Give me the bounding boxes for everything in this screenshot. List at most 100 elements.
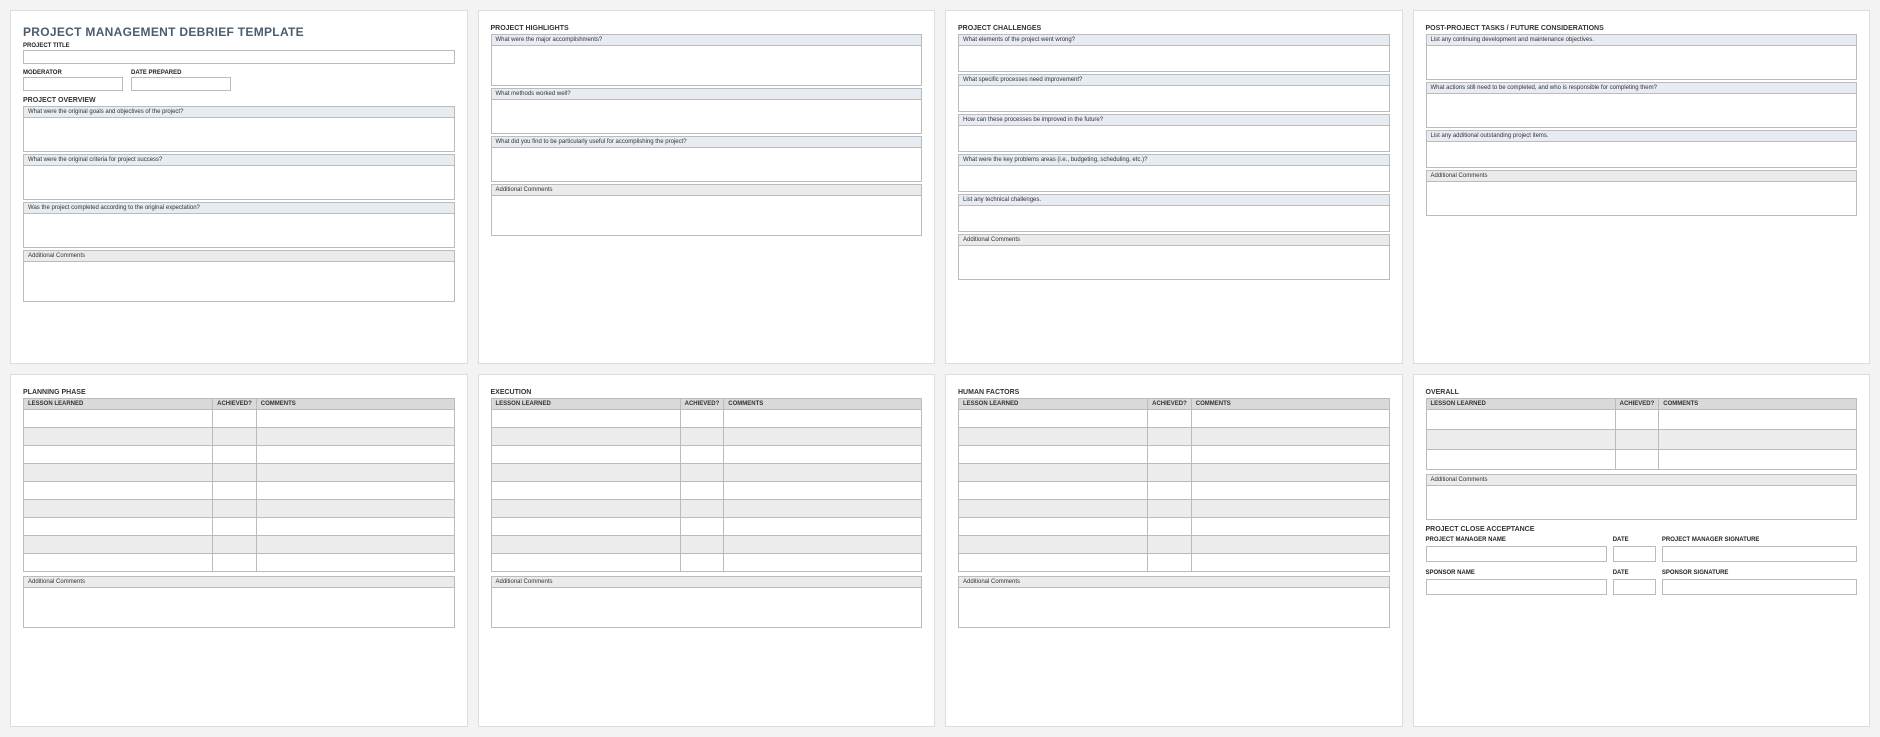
highlights-q1-body[interactable] bbox=[491, 46, 923, 86]
page-3: PROJECT CHALLENGES What elements of the … bbox=[945, 10, 1403, 364]
highlights-q1: What were the major accomplishments? bbox=[491, 34, 923, 46]
table-row[interactable] bbox=[959, 463, 1390, 481]
table-row[interactable] bbox=[491, 499, 922, 517]
table-row[interactable] bbox=[491, 535, 922, 553]
sponsor-date-input[interactable] bbox=[1613, 579, 1656, 595]
challenges-q1: What elements of the project went wrong? bbox=[958, 34, 1390, 46]
table-row[interactable] bbox=[959, 553, 1390, 571]
post-q2-body[interactable] bbox=[1426, 94, 1858, 128]
overview-q1: What were the original goals and objecti… bbox=[23, 106, 455, 118]
highlights-q2-body[interactable] bbox=[491, 100, 923, 134]
th-comments: COMMENTS bbox=[724, 398, 922, 409]
post-q1-body[interactable] bbox=[1426, 46, 1858, 80]
overview-ac-label: Additional Comments bbox=[23, 250, 455, 262]
page-8: OVERALL LESSON LEARNED ACHIEVED? COMMENT… bbox=[1413, 374, 1871, 728]
table-row[interactable] bbox=[1426, 429, 1857, 449]
table-row[interactable] bbox=[959, 535, 1390, 553]
page-1: PROJECT MANAGEMENT DEBRIEF TEMPLATE PROJ… bbox=[10, 10, 468, 364]
th-achieved: ACHIEVED? bbox=[680, 398, 724, 409]
challenges-q2-body[interactable] bbox=[958, 86, 1390, 112]
execution-table: LESSON LEARNED ACHIEVED? COMMENTS bbox=[491, 398, 923, 572]
pm-date-input[interactable] bbox=[1613, 546, 1656, 562]
highlights-q3-body[interactable] bbox=[491, 148, 923, 182]
table-row[interactable] bbox=[24, 409, 455, 427]
planning-ac-label: Additional Comments bbox=[23, 576, 455, 588]
overall-ac-body[interactable] bbox=[1426, 486, 1858, 520]
page-4: POST-PROJECT TASKS / FUTURE CONSIDERATIO… bbox=[1413, 10, 1871, 364]
pm-name-input[interactable] bbox=[1426, 546, 1607, 562]
th-achieved: ACHIEVED? bbox=[1148, 398, 1192, 409]
overview-ac-body[interactable] bbox=[23, 262, 455, 302]
moderator-input[interactable] bbox=[23, 77, 123, 91]
th-comments: COMMENTS bbox=[1191, 398, 1389, 409]
overall-ac-label: Additional Comments bbox=[1426, 474, 1858, 486]
execution-ac-body[interactable] bbox=[491, 588, 923, 628]
pm-sig-input[interactable] bbox=[1662, 546, 1857, 562]
table-row[interactable] bbox=[1426, 449, 1857, 469]
planning-ac-body[interactable] bbox=[23, 588, 455, 628]
post-ac-body[interactable] bbox=[1426, 182, 1858, 216]
table-row[interactable] bbox=[491, 409, 922, 427]
page-grid: PROJECT MANAGEMENT DEBRIEF TEMPLATE PROJ… bbox=[10, 10, 1870, 727]
overview-q3: Was the project completed according to t… bbox=[23, 202, 455, 214]
challenges-q3-body[interactable] bbox=[958, 126, 1390, 152]
challenges-title: PROJECT CHALLENGES bbox=[958, 25, 1390, 32]
sponsor-name-input[interactable] bbox=[1426, 579, 1607, 595]
page-7: HUMAN FACTORS LESSON LEARNED ACHIEVED? C… bbox=[945, 374, 1403, 728]
pm-sig-label: PROJECT MANAGER SIGNATURE bbox=[1662, 537, 1857, 543]
close-title: PROJECT CLOSE ACCEPTANCE bbox=[1426, 526, 1858, 533]
overall-body bbox=[1426, 409, 1857, 469]
planning-title: PLANNING PHASE bbox=[23, 389, 455, 396]
table-row[interactable] bbox=[24, 481, 455, 499]
highlights-title: PROJECT HIGHLIGHTS bbox=[491, 25, 923, 32]
challenges-q5-body[interactable] bbox=[958, 206, 1390, 232]
challenges-q4-body[interactable] bbox=[958, 166, 1390, 192]
table-row[interactable] bbox=[24, 517, 455, 535]
human-ac-label: Additional Comments bbox=[958, 576, 1390, 588]
highlights-ac-body[interactable] bbox=[491, 196, 923, 236]
table-row[interactable] bbox=[24, 553, 455, 571]
table-row[interactable] bbox=[491, 517, 922, 535]
date-prepared-input[interactable] bbox=[131, 77, 231, 91]
table-row[interactable] bbox=[959, 517, 1390, 535]
overview-q1-body[interactable] bbox=[23, 118, 455, 152]
planning-body bbox=[24, 409, 455, 571]
table-row[interactable] bbox=[491, 463, 922, 481]
table-row[interactable] bbox=[959, 409, 1390, 427]
overview-q3-body[interactable] bbox=[23, 214, 455, 248]
challenges-q5: List any technical challenges. bbox=[958, 194, 1390, 206]
post-q3-body[interactable] bbox=[1426, 142, 1858, 168]
sponsor-name-label: SPONSOR NAME bbox=[1426, 570, 1607, 576]
project-title-input[interactable] bbox=[23, 50, 455, 64]
human-ac-body[interactable] bbox=[958, 588, 1390, 628]
post-q3: List any additional outstanding project … bbox=[1426, 130, 1858, 142]
table-row[interactable] bbox=[959, 427, 1390, 445]
highlights-q2: What methods worked well? bbox=[491, 88, 923, 100]
post-q2: What actions still need to be completed,… bbox=[1426, 82, 1858, 94]
th-achieved: ACHIEVED? bbox=[1615, 398, 1659, 409]
table-row[interactable] bbox=[491, 445, 922, 463]
overview-q2: What were the original criteria for proj… bbox=[23, 154, 455, 166]
execution-ac-label: Additional Comments bbox=[491, 576, 923, 588]
overall-title: OVERALL bbox=[1426, 389, 1858, 396]
table-row[interactable] bbox=[491, 481, 922, 499]
challenges-q1-body[interactable] bbox=[958, 46, 1390, 72]
challenges-q2: What specific processes need improvement… bbox=[958, 74, 1390, 86]
table-row[interactable] bbox=[24, 427, 455, 445]
th-achieved: ACHIEVED? bbox=[213, 398, 257, 409]
table-row[interactable] bbox=[24, 463, 455, 481]
table-row[interactable] bbox=[959, 481, 1390, 499]
table-row[interactable] bbox=[24, 535, 455, 553]
table-row[interactable] bbox=[959, 445, 1390, 463]
sponsor-sig-input[interactable] bbox=[1662, 579, 1857, 595]
overview-q2-body[interactable] bbox=[23, 166, 455, 200]
table-row[interactable] bbox=[491, 553, 922, 571]
table-row[interactable] bbox=[24, 445, 455, 463]
table-row[interactable] bbox=[491, 427, 922, 445]
challenges-ac-body[interactable] bbox=[958, 246, 1390, 280]
table-row[interactable] bbox=[959, 499, 1390, 517]
table-row[interactable] bbox=[24, 499, 455, 517]
human-body bbox=[959, 409, 1390, 571]
table-row[interactable] bbox=[1426, 409, 1857, 429]
pm-name-label: PROJECT MANAGER NAME bbox=[1426, 537, 1607, 543]
